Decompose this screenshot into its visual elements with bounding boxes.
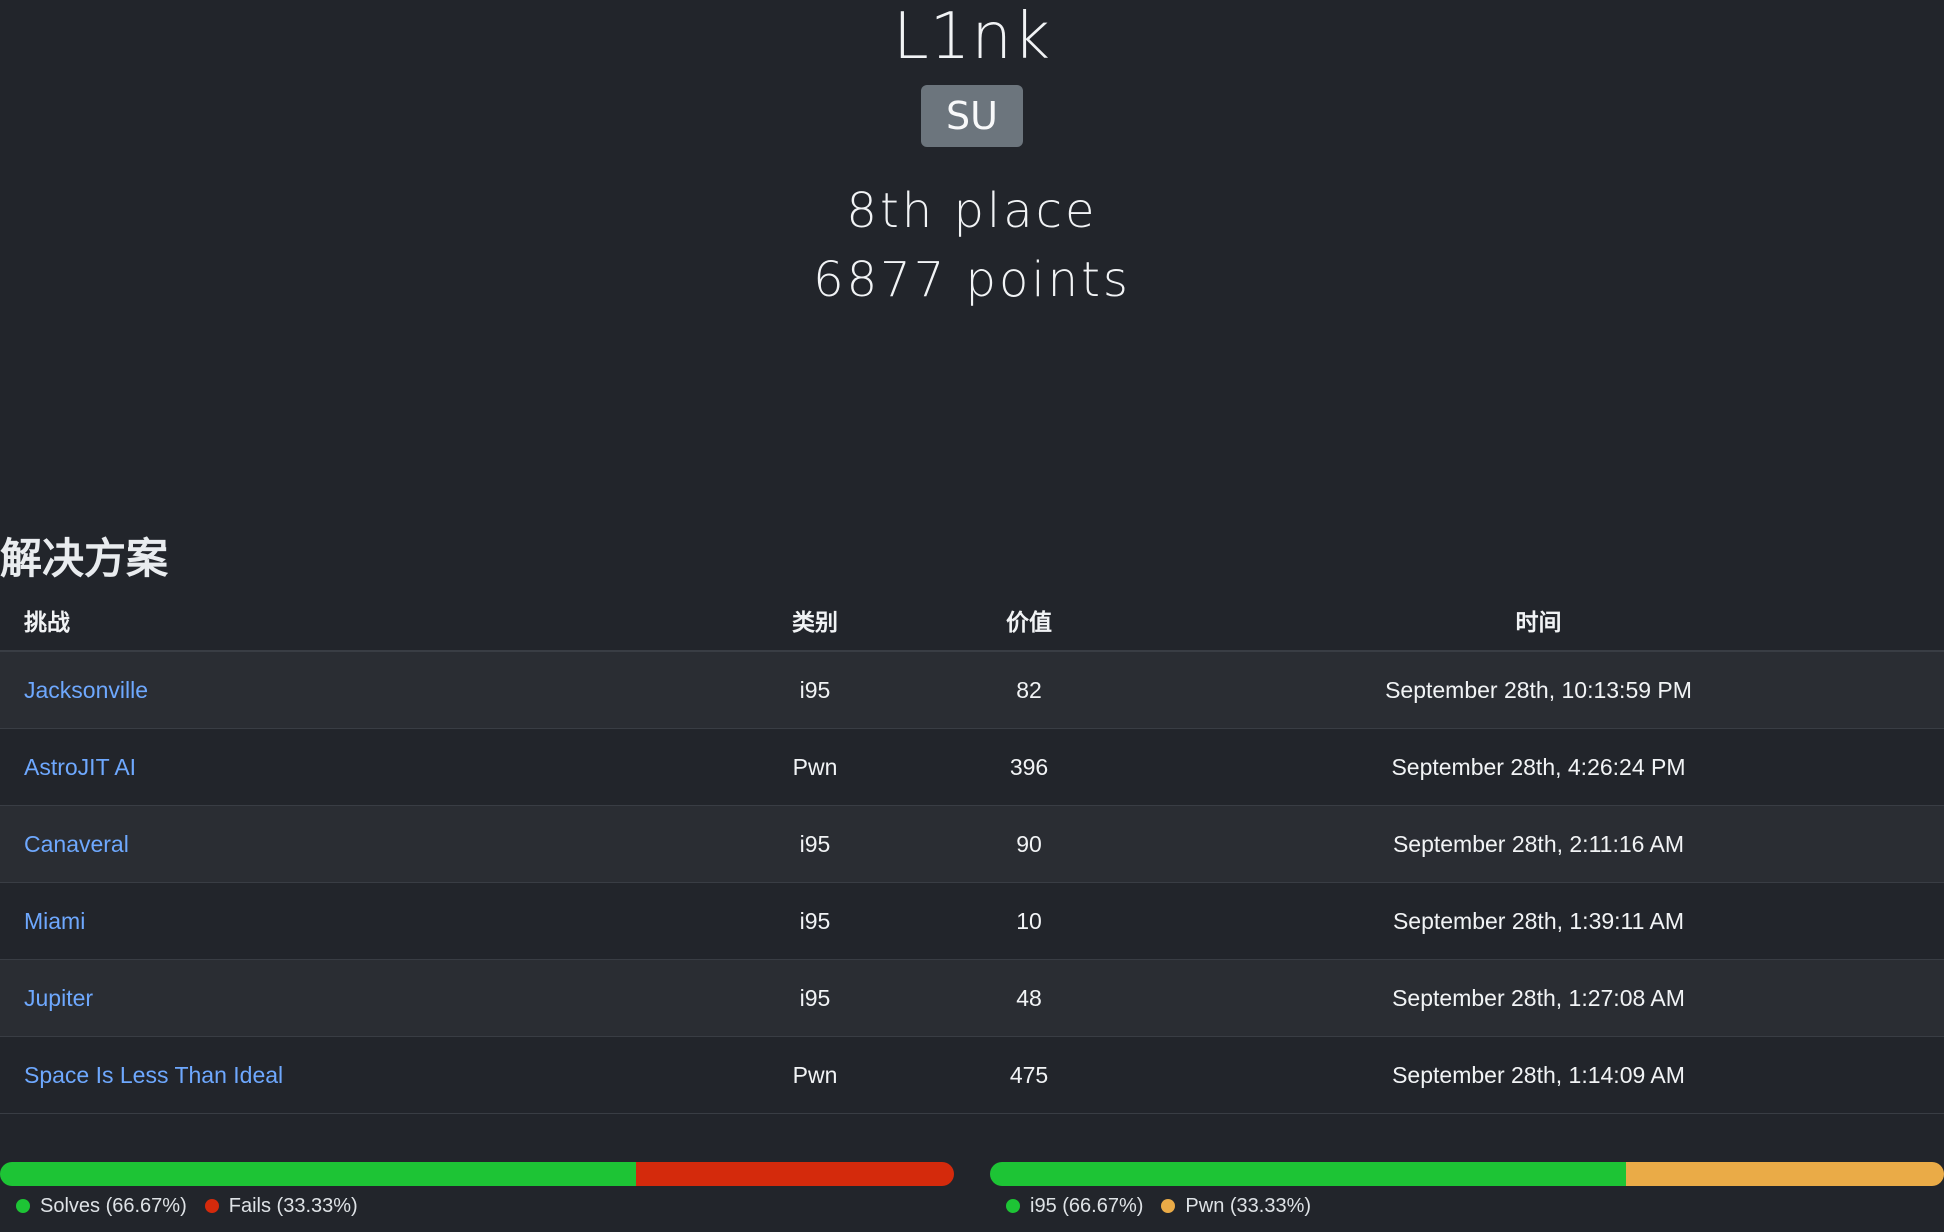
legend-item-solves[interactable]: Solves (66.67%) [16,1192,187,1220]
category-cell: i95 [705,959,925,1037]
table-row: Jupiter i95 48 September 28th, 1:27:08 A… [0,959,1944,1037]
legend-dot-icon [16,1199,30,1213]
solves-segment [0,1162,637,1186]
value-cell: 82 [925,651,1133,729]
time-cell: September 28th, 1:27:08 AM [1133,959,1944,1037]
legend-dot-icon [1161,1199,1176,1213]
column-header-challenge: 挑战 [0,590,705,652]
table-header-row: 挑战 类别 价值 时间 [0,590,1944,652]
affiliation-badge: SU [921,85,1023,147]
challenge-link[interactable]: Jacksonville [24,677,148,703]
legend-item-pwn[interactable]: Pwn (33.33%) [1161,1192,1311,1220]
value-cell: 396 [925,728,1133,806]
time-cell: September 28th, 10:13:59 PM [1133,651,1944,729]
value-cell: 10 [925,882,1133,960]
value-cell: 48 [925,959,1133,1037]
table-row: Jacksonville i95 82 September 28th, 10:1… [0,651,1944,729]
column-header-time: 时间 [1133,590,1944,652]
legend-dot-icon [204,1199,219,1213]
team-page: L1nk SU 8th place 6877 points 解决方案 挑战 类别… [0,0,1944,1232]
value-cell: 90 [925,805,1133,883]
category-cell: Pwn [705,1036,925,1114]
category-cell: i95 [705,805,925,883]
i95-segment [990,1162,1627,1186]
category-cell: i95 [705,882,925,960]
time-cell: September 28th, 1:14:09 AM [1133,1036,1944,1114]
legend-label: Fails (33.33%) [228,1194,358,1217]
category-cell: Pwn [705,728,925,806]
team-place: 8th place [846,183,1098,239]
table-row: Space Is Less Than Ideal Pwn 475 Septemb… [0,1036,1944,1114]
legend-item-i95[interactable]: i95 (66.67%) [1006,1192,1143,1220]
time-cell: September 28th, 1:39:11 AM [1133,882,1944,960]
challenge-link[interactable]: Space Is Less Than Ideal [24,1062,283,1088]
team-points: 6877 points [813,252,1131,308]
solves-section-title: 解决方案 [0,534,169,583]
legend-item-fails[interactable]: Fails (33.33%) [204,1192,358,1220]
challenge-link[interactable]: Canaveral [24,831,129,857]
team-name: L1nk [893,0,1051,74]
fails-segment [636,1162,954,1186]
time-cell: September 28th, 2:11:16 AM [1133,805,1944,883]
legend-label: Pwn (33.33%) [1185,1194,1312,1217]
solve-percentage-bar [0,1162,954,1186]
legend-dot-icon [1006,1199,1020,1213]
table-row: Miami i95 10 September 28th, 1:39:11 AM [0,882,1944,960]
solve-percentage-legend: Solves (66.67%) Fails (33.33%) [16,1192,376,1220]
solves-table: 挑战 类别 价值 时间 Jacksonville i95 82 Septembe… [0,590,1944,1114]
challenge-link[interactable]: AstroJIT AI [24,754,136,780]
challenge-link[interactable]: Jupiter [24,985,93,1011]
value-cell: 475 [925,1036,1133,1114]
challenge-link[interactable]: Miami [24,908,85,934]
table-row: Canaveral i95 90 September 28th, 2:11:16… [0,805,1944,883]
column-header-value: 价值 [925,590,1133,652]
category-breakdown-bar [990,1162,1944,1186]
legend-label: Solves (66.67%) [40,1194,187,1217]
legend-label: i95 (66.67%) [1030,1194,1144,1217]
pwn-segment [1626,1162,1944,1186]
time-cell: September 28th, 4:26:24 PM [1133,728,1944,806]
table-row: AstroJIT AI Pwn 396 September 28th, 4:26… [0,728,1944,806]
category-breakdown-legend: i95 (66.67%) Pwn (33.33%) [1006,1192,1329,1220]
category-cell: i95 [705,651,925,729]
column-header-category: 类别 [705,590,925,652]
